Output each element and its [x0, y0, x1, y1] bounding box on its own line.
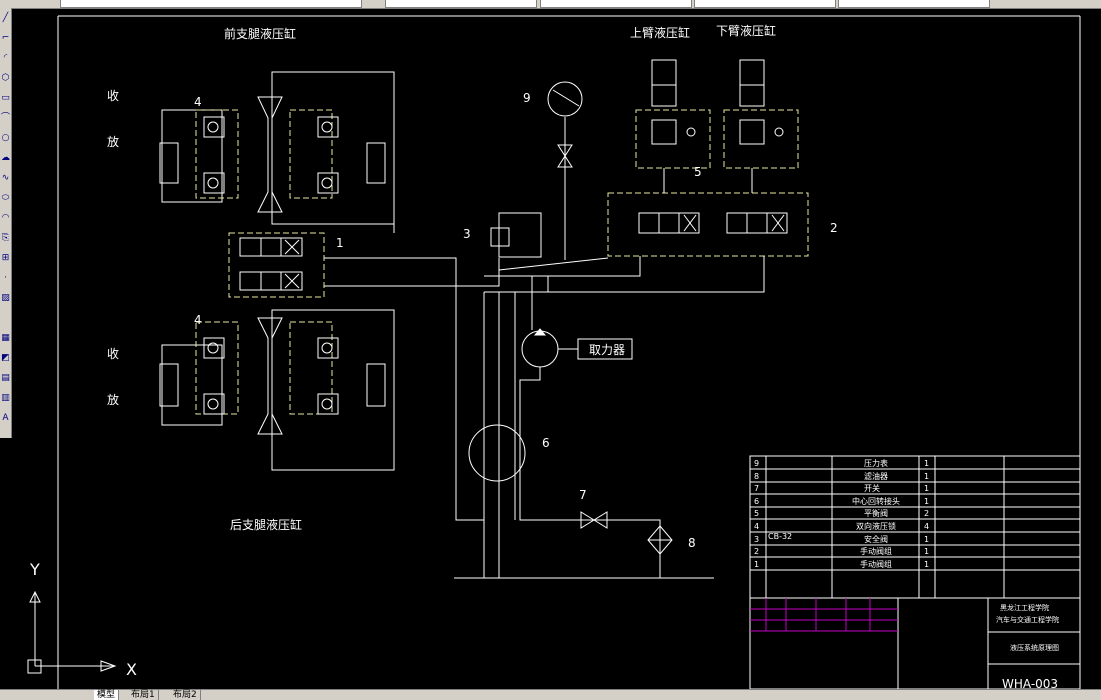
rear-cylinder-label: 后支腿液压缸 — [230, 517, 302, 532]
callout-7: 7 — [579, 488, 587, 502]
gradient-tool-icon[interactable]: ▦ — [1, 334, 10, 343]
callout-9: 9 — [523, 91, 531, 105]
bom-no: 4 — [754, 522, 759, 531]
bom-name: 中心回转接头 — [852, 496, 900, 506]
bom-name: 压力表 — [864, 458, 888, 468]
bom-name: 双向液压锁 — [856, 521, 896, 531]
bom-qty: 2 — [924, 509, 929, 518]
bom-no: 6 — [754, 497, 759, 506]
bom-no: 9 — [754, 459, 759, 468]
lineweight-dropdown[interactable] — [694, 0, 836, 8]
release-label-rear: 放 — [107, 392, 119, 407]
bom-name: 手动阀组 — [860, 559, 892, 569]
bom-qty: 1 — [924, 484, 929, 493]
bom-no: 3 — [754, 535, 759, 544]
point-tool-icon[interactable]: · — [1, 274, 10, 283]
callout-2: 2 — [830, 221, 838, 235]
bom-rows: 9 压力表 1 8 滤油器 1 7 开关 1 6 中心回转接头 1 5 平衡阀 … — [754, 458, 929, 569]
title-dept: 汽车与交通工程学院 — [996, 615, 1059, 624]
front-cylinder-label: 前支腿液压缸 — [224, 26, 296, 41]
ellipse-arc-tool-icon[interactable]: ◠ — [1, 214, 10, 223]
bom-qty: 4 — [924, 522, 929, 531]
bom-name: 安全阀 — [864, 534, 888, 544]
color-dropdown[interactable] — [385, 0, 537, 8]
callout-1: 1 — [336, 236, 344, 250]
bom-no: 1 — [754, 560, 759, 569]
plotstyle-dropdown[interactable] — [838, 0, 990, 8]
ucs-x-label: X — [126, 660, 137, 679]
arc-tool-icon[interactable]: ◜ — [1, 54, 10, 63]
mtext-tool-icon[interactable]: A — [1, 414, 10, 423]
table2-tool-icon[interactable]: ▥ — [1, 394, 10, 403]
insert-block-icon[interactable]: ⎘ — [1, 234, 10, 243]
callout-4-front: 4 — [194, 95, 202, 109]
callout-4-rear: 4 — [194, 313, 202, 327]
table-tool-icon[interactable]: ▤ — [1, 374, 10, 383]
bom-qty: 1 — [924, 560, 929, 569]
callout-8: 8 — [688, 536, 696, 550]
bom-qty: 1 — [924, 547, 929, 556]
bom-no: 7 — [754, 484, 759, 493]
collect-label-front: 收 — [107, 89, 119, 103]
arc2-tool-icon[interactable]: ⌒ — [1, 114, 10, 123]
bom-name: 手动阀组 — [860, 546, 892, 556]
spline-tool-icon[interactable]: ∿ — [1, 174, 10, 183]
layout-tabs-bar: 模型 布局1 布局2 — [0, 689, 1101, 700]
bom-qty: 1 — [924, 472, 929, 481]
bom-table — [749, 455, 1081, 689]
callout-3: 3 — [463, 227, 471, 241]
bom-no: 8 — [754, 472, 759, 481]
top-toolbar — [0, 0, 1101, 9]
bom-qty: 1 — [924, 535, 929, 544]
hatch-tool-icon[interactable]: ▨ — [1, 294, 10, 303]
bom-cb-code: CB-32 — [768, 532, 792, 541]
callout-6: 6 — [542, 436, 550, 450]
title-drawing-number: WHA-003 — [1002, 677, 1058, 689]
pto-label: 取力器 — [589, 343, 625, 357]
make-block-icon[interactable]: ⊞ — [1, 254, 10, 263]
title-school: 黑龙江工程学院 — [1000, 603, 1049, 612]
polyline-tool-icon[interactable]: ⌐ — [1, 34, 10, 43]
layer-dropdown[interactable] — [60, 0, 362, 8]
bom-name: 滤油器 — [864, 471, 888, 481]
callout-5: 5 — [694, 165, 702, 179]
rectangle-tool-icon[interactable]: ▭ — [1, 94, 10, 103]
title-drawing-name: 液压系统原理图 — [1010, 643, 1059, 652]
bom-name: 开关 — [864, 483, 880, 493]
circle-tool-icon[interactable]: ○ — [1, 134, 10, 143]
collect-label-rear: 收 — [107, 347, 119, 361]
upper-arm-label: 上臂液压缸 — [630, 25, 690, 40]
bom-no: 5 — [754, 509, 759, 518]
region-tool-icon[interactable]: ◩ — [1, 354, 10, 363]
rear-left-cylinder-body — [161, 344, 223, 426]
line-tool-icon[interactable]: ╱ — [1, 14, 10, 23]
linetype-dropdown[interactable] — [540, 0, 692, 8]
bom-name: 平衡阀 — [864, 508, 888, 518]
drawing-canvas[interactable]: 前支腿液压缸 后支腿液压缸 上臂液压缸 下臂液压缸 取力器 收 放 收 放 1 … — [12, 9, 1101, 689]
bom-no: 2 — [754, 547, 759, 556]
bom-qty: 1 — [924, 497, 929, 506]
ucs-y-label: Y — [29, 560, 40, 579]
cloud-tool-icon[interactable]: ☁ — [1, 154, 10, 163]
lower-arm-label: 下臂液压缸 — [716, 23, 776, 38]
bom-qty: 1 — [924, 459, 929, 468]
ellipse-tool-icon[interactable]: ⬭ — [1, 194, 10, 203]
release-label-front: 放 — [107, 134, 119, 149]
draw-toolbar: ╱ ⌐ ◜ ⬡ ▭ ⌒ ○ ☁ ∿ ⬭ ◠ ⎘ ⊞ · ▨ ▦ ◩ ▤ ▥ A — [0, 8, 12, 438]
polygon-tool-icon[interactable]: ⬡ — [1, 74, 10, 83]
